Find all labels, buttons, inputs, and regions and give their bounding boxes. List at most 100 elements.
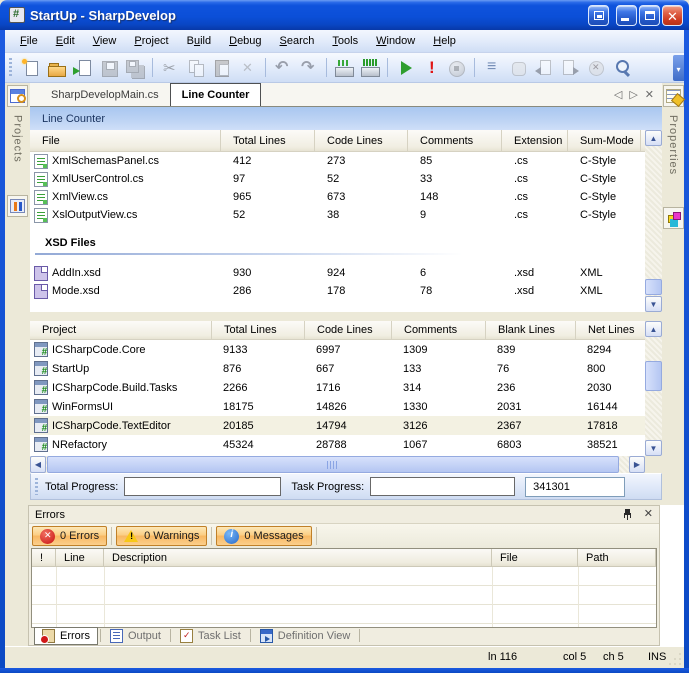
- build-button[interactable]: [332, 57, 356, 79]
- menu-item-build[interactable]: Build: [178, 30, 220, 52]
- doc-arrow-button[interactable]: [71, 57, 95, 79]
- menu-item-project[interactable]: Project: [125, 30, 177, 52]
- column-header[interactable]: File: [492, 549, 578, 566]
- menu-item-tools[interactable]: Tools: [323, 30, 367, 52]
- column-header[interactable]: Blank Lines: [486, 321, 576, 339]
- file-row[interactable]: Mode.xsd 286 178 78 .xsd XML: [30, 282, 645, 300]
- file-row[interactable]: XslOutputView.cs 52 38 9 .cs C-Style: [30, 206, 645, 224]
- scroll-up-icon[interactable]: ▲: [645, 321, 662, 337]
- pin-icon[interactable]: [622, 508, 634, 521]
- project-table-scrollbar[interactable]: ▲ ▼: [645, 321, 662, 456]
- project-row[interactable]: ICSharpCode.TextEditor 20185 14794 3126 …: [30, 416, 645, 435]
- toolbox-pad-button[interactable]: [663, 207, 684, 229]
- errors-close-icon[interactable]: ✕: [644, 509, 653, 520]
- abort-button[interactable]: [419, 57, 443, 79]
- menu-item-edit[interactable]: Edit: [47, 30, 84, 52]
- properties-pad-label[interactable]: Properties: [667, 115, 679, 175]
- column-header[interactable]: Line: [56, 549, 104, 566]
- column-header[interactable]: Code Lines: [315, 130, 408, 151]
- scrollbar-thumb[interactable]: [645, 361, 662, 391]
- project-row[interactable]: WinFormsUI 18175 14826 1330 2031 16144: [30, 397, 645, 416]
- open-file-button[interactable]: [45, 57, 69, 79]
- project-row[interactable]: ICSharpCode.Build.Tasks 2266 1716 314 23…: [30, 378, 645, 397]
- bottom-tabstrip: Errors Output Task List Definition: [31, 626, 659, 645]
- close-button[interactable]: ✕: [662, 5, 683, 26]
- column-header[interactable]: Total Lines: [212, 321, 305, 339]
- document-tab[interactable]: Line Counter: [170, 83, 262, 106]
- file-row[interactable]: XmlView.cs 965 673 148 .cs C-Style: [30, 188, 645, 206]
- column-header[interactable]: Net Lines: [576, 321, 650, 339]
- projects-pad-label[interactable]: Projects: [12, 115, 24, 163]
- scroll-right-icon[interactable]: ▶: [629, 456, 645, 473]
- menu-item-help[interactable]: Help: [424, 30, 465, 52]
- errors-panel-titlebar[interactable]: Errors ✕: [29, 506, 659, 524]
- column-header[interactable]: Sum-Mode: [568, 130, 641, 151]
- column-header[interactable]: File: [30, 130, 221, 151]
- project-row[interactable]: StartUp 876 667 133 76 800: [30, 359, 645, 378]
- file-row[interactable]: XmlSchemasPanel.cs 412 273 85 .cs C-Styl…: [30, 152, 645, 170]
- document-tab[interactable]: SharpDevelopMain.cs: [40, 84, 170, 106]
- toolbar-grip[interactable]: [9, 58, 14, 78]
- filter-button-label: 0 Warnings: [144, 530, 199, 542]
- properties-pad-button[interactable]: [663, 85, 684, 107]
- maximize-button[interactable]: [639, 5, 660, 26]
- panel-splitter[interactable]: [30, 312, 662, 321]
- close-document-icon[interactable]: ✕: [645, 88, 654, 101]
- total-lines-cell: 97: [221, 173, 315, 185]
- scroll-tabs-right-icon[interactable]: ▷: [629, 88, 637, 101]
- run-button[interactable]: [393, 57, 417, 79]
- scrollbar-thumb[interactable]: [645, 279, 662, 295]
- scroll-tabs-left-icon[interactable]: ◁: [614, 88, 622, 101]
- projects-pad-button[interactable]: [7, 85, 28, 107]
- search-button[interactable]: [610, 57, 634, 79]
- minimize-button[interactable]: [616, 5, 637, 26]
- menu-item-window[interactable]: Window: [367, 30, 424, 52]
- progress-counter[interactable]: 341301: [525, 477, 625, 497]
- resize-grip[interactable]: [669, 653, 682, 666]
- bottom-tab[interactable]: Definition View: [253, 627, 358, 645]
- menu-item-debug[interactable]: Debug: [220, 30, 270, 52]
- scroll-down-icon[interactable]: ▼: [645, 440, 662, 456]
- bottom-tab[interactable]: Errors: [34, 627, 98, 645]
- column-header[interactable]: Comments: [392, 321, 486, 339]
- column-header[interactable]: Extension: [502, 130, 568, 151]
- rebuild-button[interactable]: [358, 57, 382, 79]
- column-header[interactable]: Code Lines: [305, 321, 392, 339]
- title-bar[interactable]: StartUp - SharpDevelop ✕: [0, 0, 689, 30]
- dock-layout-button[interactable]: [588, 5, 609, 26]
- paste-button: [210, 57, 234, 79]
- menu-item-file[interactable]: File: [11, 30, 47, 52]
- bottom-tab[interactable]: Output: [103, 627, 168, 645]
- file-table-scrollbar[interactable]: ▲ ▼: [645, 130, 662, 312]
- file-row[interactable]: XmlUserControl.cs 97 52 33 .cs C-Style: [30, 170, 645, 188]
- toolbar-overflow-button[interactable]: ▾: [673, 55, 684, 81]
- scroll-left-icon[interactable]: ◀: [30, 456, 46, 473]
- tools-pad-button[interactable]: [7, 195, 28, 217]
- new-file-button[interactable]: [19, 57, 43, 79]
- grid-line: [56, 567, 57, 627]
- project-row[interactable]: ICSharpCode.Core 9133 6997 1309 839 8294: [30, 340, 645, 359]
- progress-grip[interactable]: [35, 478, 40, 495]
- column-header[interactable]: Description: [104, 549, 492, 566]
- menu-item-search[interactable]: Search: [271, 30, 324, 52]
- bottom-tab[interactable]: Task List: [173, 627, 248, 645]
- filter-toggle-button[interactable]: 0 Messages: [216, 526, 311, 546]
- filter-toggle-button[interactable]: 0 Errors: [32, 526, 107, 546]
- project-table-hscrollbar[interactable]: ◀ ▶: [30, 456, 645, 473]
- window-border-right: [684, 30, 689, 673]
- file-row[interactable]: AddIn.xsd 930 924 6 .xsd XML: [30, 264, 645, 282]
- column-header[interactable]: !: [32, 549, 56, 566]
- list-button[interactable]: [480, 57, 504, 79]
- column-header[interactable]: Total Lines: [221, 130, 315, 151]
- project-row[interactable]: NRefactory 45324 28788 1067 6803 38521: [30, 435, 645, 454]
- column-header[interactable]: Project: [30, 321, 212, 339]
- column-header[interactable]: Path: [578, 549, 656, 566]
- scroll-down-icon[interactable]: ▼: [645, 296, 662, 312]
- column-header[interactable]: Comments: [408, 130, 502, 151]
- errors-grid-body[interactable]: [32, 567, 656, 627]
- scroll-up-icon[interactable]: ▲: [645, 130, 662, 146]
- button-separator: [111, 527, 112, 545]
- hscrollbar-thumb[interactable]: [47, 456, 619, 473]
- menu-item-view[interactable]: View: [84, 30, 126, 52]
- filter-toggle-button[interactable]: 0 Warnings: [116, 526, 207, 546]
